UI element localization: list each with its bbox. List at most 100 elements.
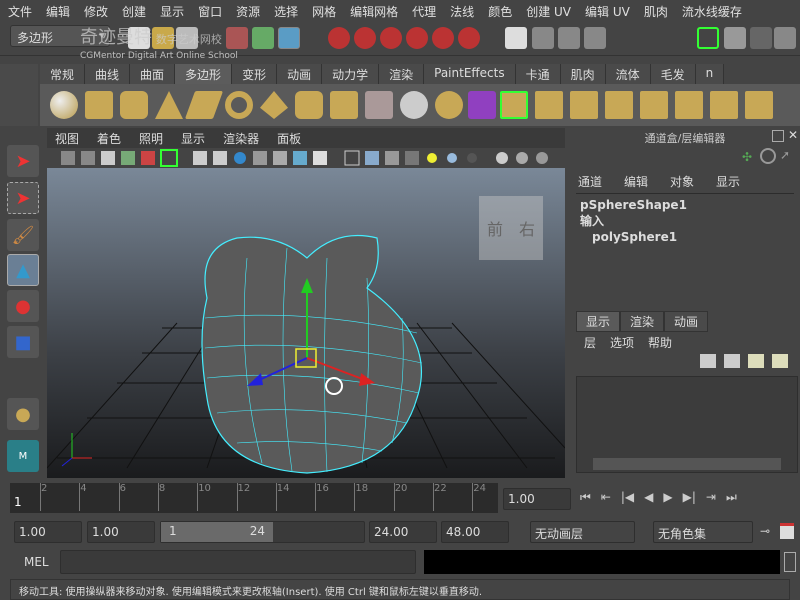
- shelf-tab-12[interactable]: 毛发: [650, 64, 696, 84]
- layer-tab-0[interactable]: 显示: [576, 311, 621, 332]
- layer-list[interactable]: [576, 376, 798, 473]
- new-layer-selected-icon[interactable]: [724, 354, 740, 368]
- separate-icon[interactable]: [400, 91, 428, 119]
- poly-cone-icon[interactable]: [155, 91, 183, 119]
- layer-menu-item-1[interactable]: 选项: [610, 334, 634, 351]
- split-polygon-icon[interactable]: [605, 91, 633, 119]
- menu-item-6[interactable]: 资源: [236, 3, 260, 20]
- go-to-start-icon[interactable]: ⏮: [580, 490, 591, 505]
- viewport-menu-item-0[interactable]: 视图: [55, 130, 79, 148]
- viewport-toolbar-icons[interactable]: [61, 149, 548, 167]
- range-slider-handle[interactable]: 1 24: [161, 522, 273, 542]
- channel-box-menu-item-0[interactable]: 通道: [578, 173, 602, 190]
- current-time-field[interactable]: 1.00: [503, 488, 571, 510]
- new-layer-icon[interactable]: [700, 354, 716, 368]
- animation-start-field[interactable]: 1.00: [14, 521, 82, 543]
- layer-tab-2[interactable]: 动画: [664, 311, 709, 332]
- layer-menu-item-2[interactable]: 帮助: [648, 334, 672, 351]
- horizontal-scrollbar[interactable]: [593, 458, 781, 470]
- attribute-editor-icon[interactable]: [724, 27, 746, 49]
- view-cube[interactable]: 前 右: [479, 196, 543, 260]
- display-mode-icon[interactable]: [760, 148, 776, 164]
- poly-helix-icon[interactable]: [330, 91, 358, 119]
- time-slider[interactable]: 1 2 4 6 8 10 12 14 16 18 20 22 24: [10, 483, 498, 513]
- anim-layer-dropdown[interactable]: 无动画层: [530, 521, 635, 543]
- channel-box-menu-item-3[interactable]: 显示: [716, 173, 740, 190]
- animation-preferences-icon[interactable]: [780, 523, 794, 539]
- menu-item-11[interactable]: 法线: [450, 3, 474, 20]
- command-input[interactable]: [60, 550, 416, 574]
- merge-icon[interactable]: [710, 91, 738, 119]
- render-view-icon[interactable]: [505, 27, 527, 49]
- poly-pipe-icon[interactable]: [295, 91, 323, 119]
- script-editor-icon[interactable]: [784, 552, 796, 572]
- tool-settings-icon[interactable]: [750, 27, 772, 49]
- bevel-icon[interactable]: [675, 91, 703, 119]
- menu-item-14[interactable]: 编辑 UV: [585, 3, 630, 20]
- step-back-key-icon[interactable]: |◀: [621, 490, 634, 505]
- shelf-tab-2[interactable]: 曲面: [130, 64, 176, 84]
- poly-sphere-mesh[interactable]: [201, 234, 423, 474]
- render-settings-icon[interactable]: [584, 27, 606, 49]
- playback-end-field[interactable]: 24.00: [369, 521, 437, 543]
- manipulator-axis-icon[interactable]: ✣: [742, 150, 752, 164]
- menu-item-5[interactable]: 窗口: [198, 3, 222, 20]
- poly-cube-icon[interactable]: [85, 91, 113, 119]
- menu-item-7[interactable]: 选择: [274, 3, 298, 20]
- lasso-tool-icon[interactable]: ➤: [7, 182, 39, 214]
- select-component-icon[interactable]: [278, 27, 300, 49]
- viewport-menu-item-5[interactable]: 面板: [277, 130, 301, 148]
- insert-edge-loop-icon[interactable]: [640, 91, 668, 119]
- viewport-menu-item-3[interactable]: 显示: [181, 130, 205, 148]
- range-slider[interactable]: 1 24: [160, 521, 365, 543]
- menu-item-2[interactable]: 修改: [84, 3, 108, 20]
- poly-sphere-icon[interactable]: [50, 91, 78, 119]
- move-tool-icon[interactable]: ▲: [7, 254, 39, 286]
- shelf-tab-1[interactable]: 曲线: [85, 64, 131, 84]
- open-scene-icon[interactable]: [152, 27, 174, 49]
- perspective-viewport[interactable]: 视图 着色 照明 显示 渲染器 面板 前 右: [46, 128, 566, 478]
- shelf-tab-0[interactable]: 常规: [40, 64, 86, 84]
- shelf-tab-5[interactable]: 动画: [277, 64, 323, 84]
- menu-item-1[interactable]: 编辑: [46, 3, 70, 20]
- poly-plane-icon[interactable]: [184, 91, 224, 119]
- poly-prism-icon[interactable]: [260, 91, 288, 119]
- snap-live-icon[interactable]: [458, 27, 480, 49]
- toggle-modeling-toolkit-icon[interactable]: [697, 27, 719, 49]
- menu-set-dropdown[interactable]: 多边形: [10, 25, 110, 47]
- last-tool-icon[interactable]: ●: [7, 398, 39, 430]
- shelf-tab-4[interactable]: 变形: [232, 64, 278, 84]
- menu-item-3[interactable]: 创建: [122, 3, 146, 20]
- step-forward-frame-icon[interactable]: ⇥: [706, 490, 716, 505]
- append-polygon-icon[interactable]: [570, 91, 598, 119]
- snap-view-plane-icon[interactable]: [406, 27, 428, 49]
- float-panel-icon[interactable]: [772, 130, 784, 142]
- extract-icon[interactable]: [435, 91, 463, 119]
- current-frame-marker[interactable]: 1: [14, 495, 22, 509]
- paint-select-tool-icon[interactable]: 🖌: [7, 219, 39, 251]
- save-scene-icon[interactable]: [176, 27, 198, 49]
- menu-item-8[interactable]: 网格: [312, 3, 336, 20]
- menu-item-10[interactable]: 代理: [412, 3, 436, 20]
- shelf-tab-3[interactable]: 多边形: [175, 64, 233, 84]
- view-cube-right[interactable]: 右: [519, 216, 535, 240]
- planar-mapping-icon[interactable]: [745, 91, 773, 119]
- smooth-proxy-icon[interactable]: [468, 91, 496, 119]
- shelf-tab-7[interactable]: 渲染: [379, 64, 425, 84]
- 3d-scene[interactable]: 前 右: [46, 168, 566, 478]
- menu-item-4[interactable]: 显示: [160, 3, 184, 20]
- go-to-end-icon[interactable]: ⏭: [726, 490, 737, 505]
- viewport-menu-item-4[interactable]: 渲染器: [223, 130, 259, 148]
- new-scene-icon[interactable]: [128, 27, 150, 49]
- menu-item-12[interactable]: 颜色: [488, 3, 512, 20]
- select-hierarchy-icon[interactable]: [226, 27, 248, 49]
- step-forward-key-icon[interactable]: ▶|: [683, 490, 696, 505]
- bridge-icon[interactable]: [535, 91, 563, 119]
- render-current-icon[interactable]: [532, 27, 554, 49]
- view-cube-front[interactable]: 前: [487, 216, 503, 240]
- snap-point-icon[interactable]: [380, 27, 402, 49]
- viewport-menu-item-2[interactable]: 照明: [139, 130, 163, 148]
- shape-node[interactable]: pSphereShape1: [580, 197, 790, 213]
- channel-box-menu-item-1[interactable]: 编辑: [624, 173, 648, 190]
- select-object-icon[interactable]: [252, 27, 274, 49]
